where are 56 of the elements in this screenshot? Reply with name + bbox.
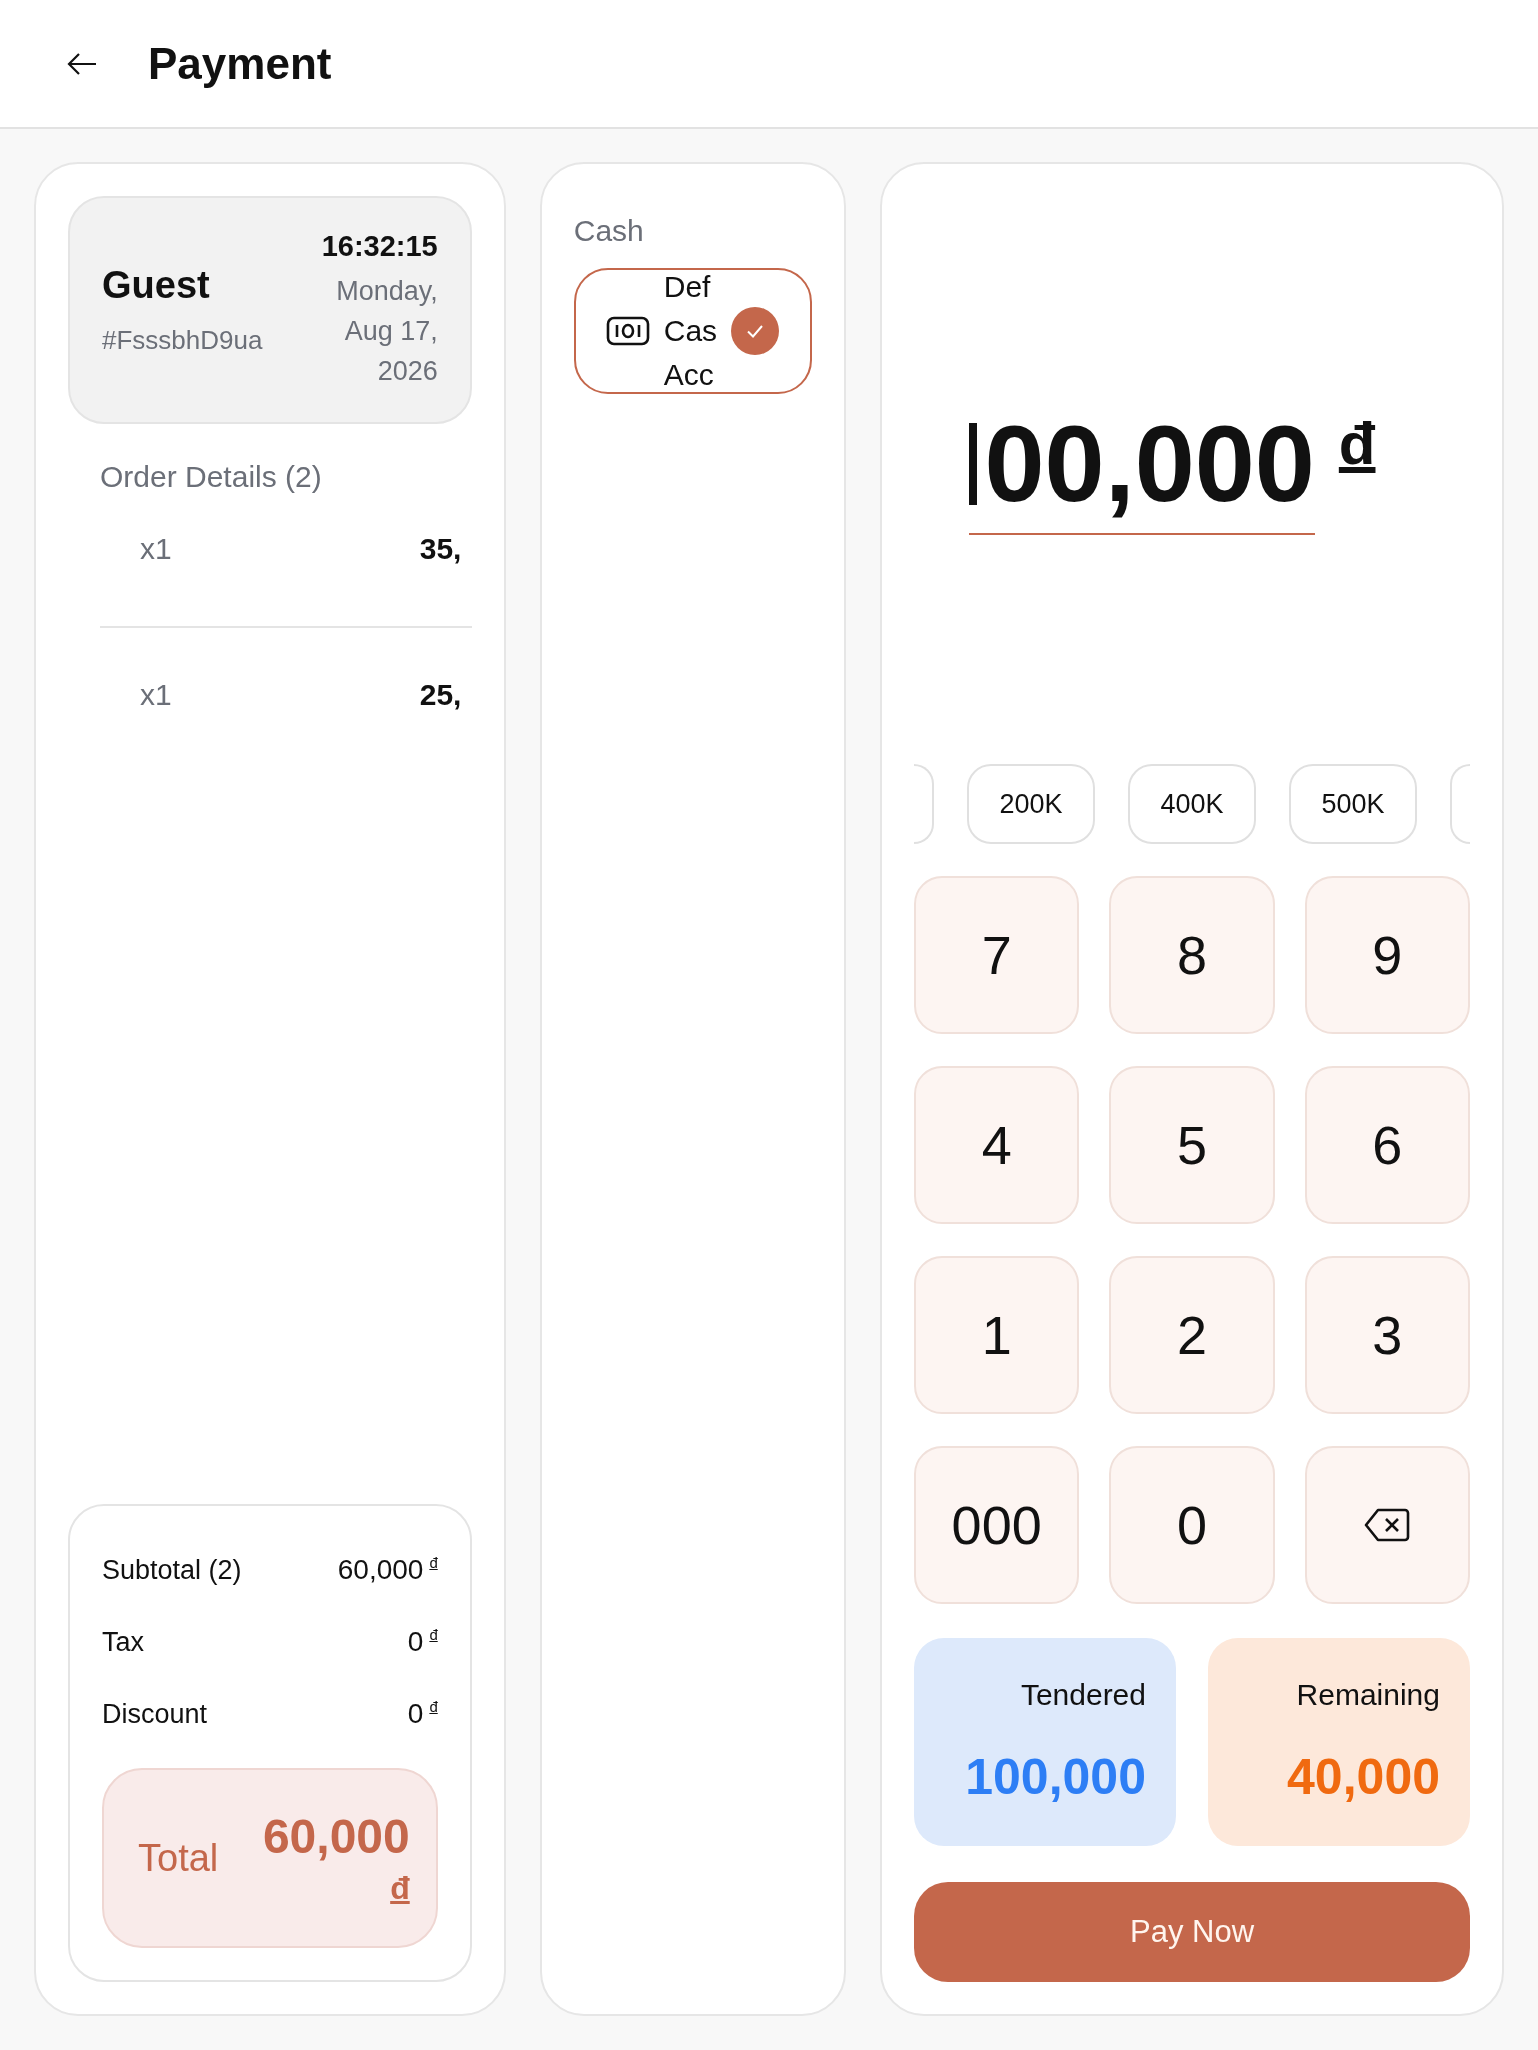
page-title: Payment (148, 38, 332, 89)
quick-amount-button[interactable] (1450, 764, 1470, 844)
keypad-key[interactable]: 4 (914, 1066, 1080, 1224)
pay-now-button[interactable]: Pay Now (914, 1882, 1470, 1982)
keypad-key[interactable]: 3 (1304, 1256, 1470, 1414)
amount-input[interactable]: 00,000 (968, 409, 1315, 535)
quick-amount-button[interactable] (914, 764, 934, 844)
cash-icon (605, 316, 650, 346)
order-code: #FsssbhD9ua (102, 325, 263, 356)
item-price: 25, (419, 678, 462, 711)
currency-symbol: đ (429, 1698, 438, 1715)
item-quantity: x1 (140, 678, 172, 712)
section-heading: Order Details (2) (100, 460, 323, 494)
currency-symbol: đ (1338, 409, 1376, 478)
currency-symbol: đ (390, 1870, 410, 1907)
keypad-key[interactable]: 7 (914, 876, 1080, 1034)
keypad-key[interactable]: 1 (914, 1256, 1080, 1414)
customer-name: Guest (102, 264, 211, 307)
keypad-key[interactable]: 9 (1304, 876, 1470, 1034)
item-price: 35, (419, 532, 462, 565)
quick-amount-button[interactable]: 500K (1289, 764, 1417, 844)
tendered-amount: 100,000 (965, 1748, 1146, 1806)
total-label: Total (138, 1836, 219, 1880)
keypad-key[interactable]: 0 (1109, 1446, 1275, 1604)
method-group-label: Cash (573, 214, 645, 248)
keypad-key[interactable]: 6 (1304, 1066, 1470, 1224)
summary-value: 0 (407, 1626, 424, 1658)
method-name: Def (663, 269, 712, 305)
summary-value: 0 (407, 1698, 424, 1730)
tendered-label: Tendered (1020, 1678, 1146, 1712)
method-name: Cas (663, 313, 718, 349)
backspace-button[interactable] (1304, 1446, 1470, 1604)
quick-amount-button[interactable]: 200K (967, 764, 1095, 844)
currency-symbol: đ (429, 1626, 438, 1643)
remaining-label: Remaining (1296, 1678, 1440, 1712)
check-icon (731, 307, 780, 355)
item-quantity: x1 (140, 532, 172, 566)
keypad-key[interactable]: 2 (1109, 1256, 1275, 1414)
order-date: Monday, Aug 17, 2026 (335, 274, 438, 388)
keypad-key[interactable]: 000 (914, 1446, 1080, 1604)
remaining-amount: 40,000 (1287, 1749, 1440, 1805)
backspace-icon (1364, 1507, 1411, 1543)
keypad-key[interactable]: 5 (1109, 1066, 1275, 1224)
summary-value: 60,000 (337, 1554, 424, 1586)
summary-label: Subtotal (2) (102, 1554, 242, 1586)
back-arrow-icon (66, 51, 98, 76)
quick-amount-button[interactable]: 400K (1128, 764, 1256, 844)
summary-label: Tax (102, 1626, 145, 1658)
total-amount: 60,000 (262, 1809, 410, 1864)
payment-method-option[interactable]: Def Cas Acc (573, 268, 812, 394)
summary-label: Discount (102, 1698, 208, 1730)
keypad-key[interactable]: 8 (1109, 876, 1275, 1034)
order-time: 16:32:15 (321, 229, 438, 263)
back-button[interactable] (66, 51, 98, 76)
method-name: Acc (663, 357, 715, 393)
currency-symbol: đ (429, 1554, 438, 1571)
